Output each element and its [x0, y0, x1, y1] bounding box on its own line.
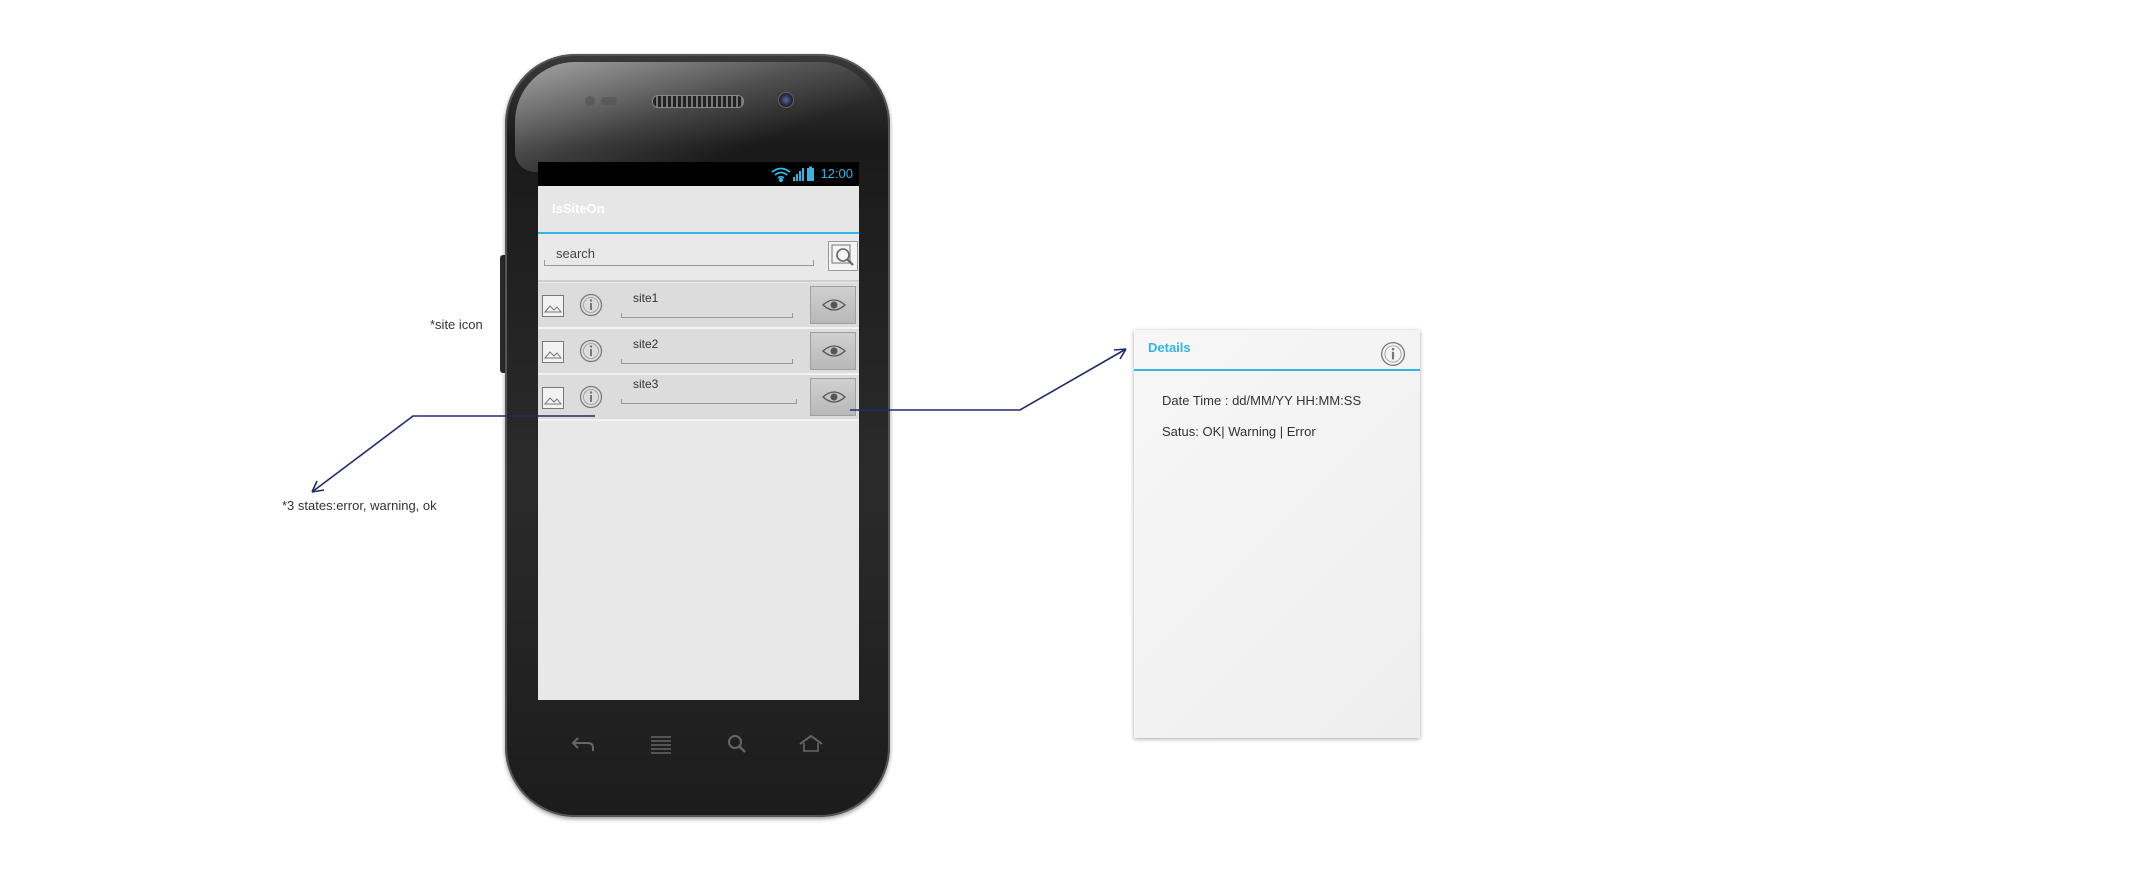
states-arrow [311, 415, 595, 493]
connector-arrows [311, 348, 1127, 493]
details-arrow [850, 348, 1127, 411]
